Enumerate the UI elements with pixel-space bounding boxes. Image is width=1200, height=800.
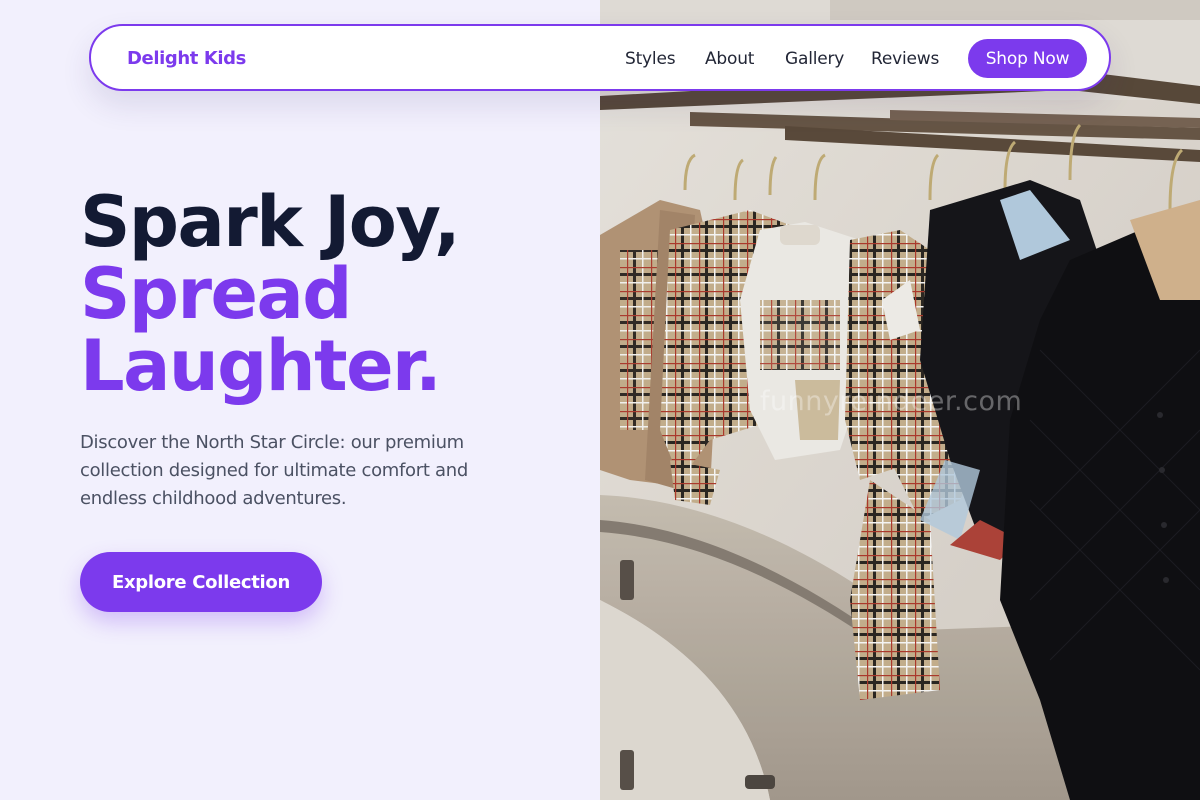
nav-link-styles[interactable]: Styles (625, 49, 676, 69)
hero-left-panel: Spark Joy, Spread Laughter. Discover the… (0, 0, 600, 800)
shop-now-button[interactable]: Shop Now (968, 39, 1087, 78)
nav-link-gallery[interactable]: Gallery (785, 49, 844, 69)
image-watermark: funnyreindeer.com (760, 386, 1023, 417)
headline-line-2: Spread (80, 253, 352, 335)
headline-line-3: Laughter. (80, 325, 442, 407)
brand-logo[interactable]: Delight Kids (127, 48, 246, 69)
hero-headline: Spark Joy, Spread Laughter. (80, 181, 461, 407)
hero-subtitle: Discover the North Star Circle: our prem… (80, 432, 469, 509)
top-navbar: Delight Kids Styles About Gallery Review… (89, 24, 1111, 91)
nav-link-reviews[interactable]: Reviews (871, 49, 939, 69)
nav-link-about[interactable]: About (705, 49, 754, 69)
headline-line-1: Spark Joy, (80, 181, 461, 263)
explore-collection-button[interactable]: Explore Collection (80, 552, 322, 612)
